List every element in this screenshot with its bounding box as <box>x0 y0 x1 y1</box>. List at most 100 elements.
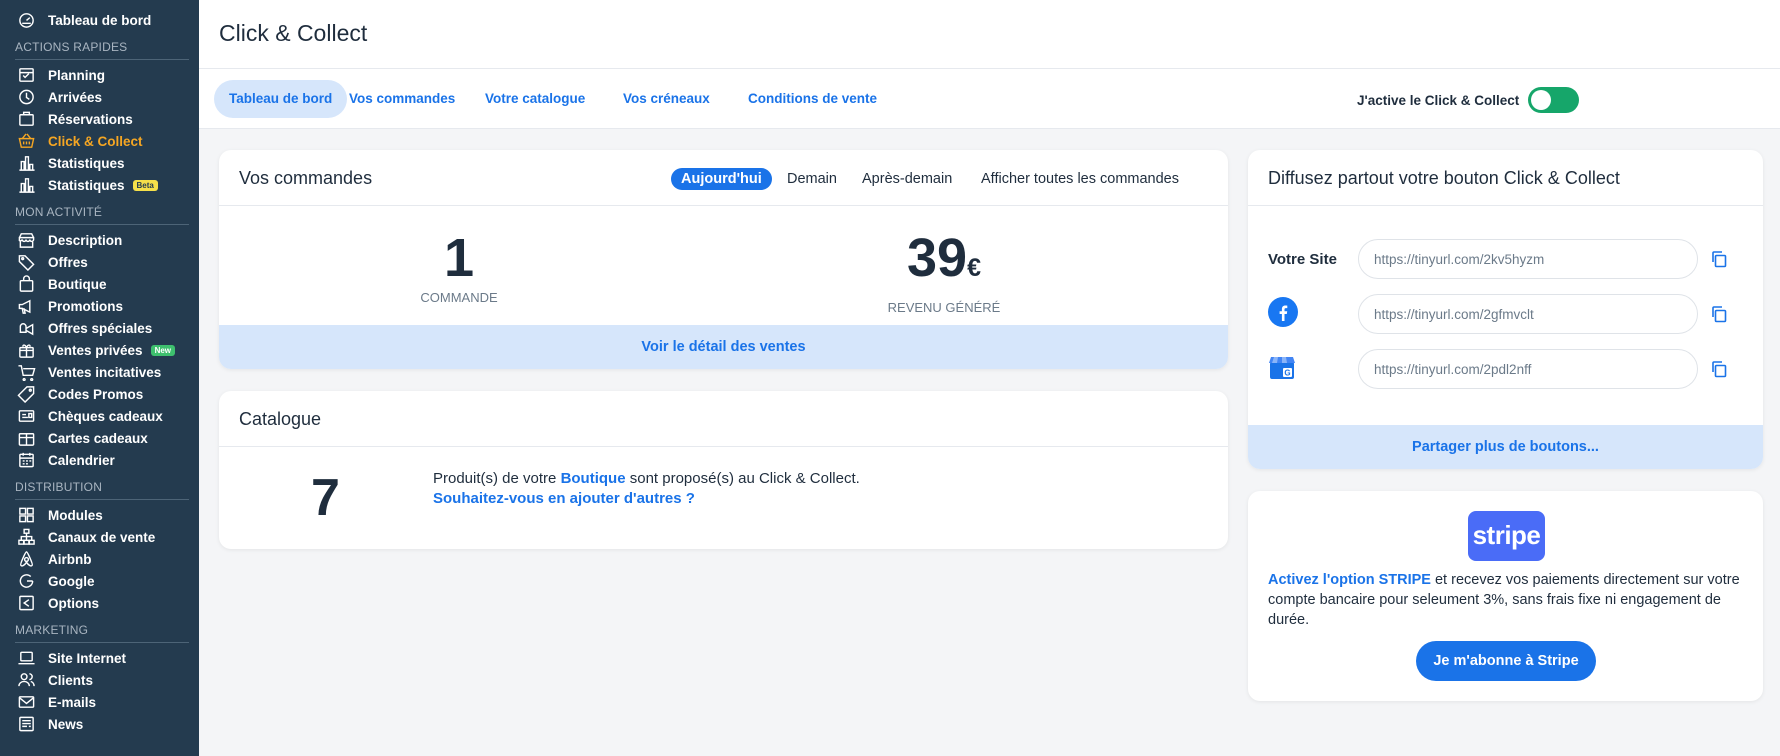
sidebar-item-cheques-cadeaux[interactable]: Chèques cadeaux <box>0 405 199 427</box>
planning-icon <box>16 66 36 84</box>
period-after-tomorrow[interactable]: Après-demain <box>852 168 962 190</box>
sidebar-item-label: Ventes privées <box>48 342 143 358</box>
cart-icon <box>16 363 36 381</box>
dashboard-icon <box>16 11 36 29</box>
sidebar-section-marketing: MARKETING <box>15 614 189 643</box>
sidebar-item-news[interactable]: News <box>0 713 199 735</box>
options-icon <box>16 594 36 612</box>
sidebar-item-reservations[interactable]: Réservations <box>0 108 199 130</box>
reservations-icon <box>16 110 36 128</box>
boutique-link[interactable]: Boutique <box>561 470 626 487</box>
calendar-icon <box>16 451 36 469</box>
google-business-icon: G <box>1269 357 1295 379</box>
period-all-orders[interactable]: Afficher toutes les commandes <box>971 168 1189 190</box>
sidebar-item-description[interactable]: Description <box>0 229 199 251</box>
sidebar-item-label: Offres spéciales <box>48 320 153 336</box>
sidebar-item-label: E-mails <box>48 694 97 710</box>
sidebar-item-site-internet[interactable]: Site Internet <box>0 647 199 669</box>
tab-tableau-de-bord[interactable]: Tableau de bord <box>214 80 348 118</box>
sidebar-item-calendrier[interactable]: Calendrier <box>0 449 199 471</box>
sidebar-item-label: Chèques cadeaux <box>48 408 163 424</box>
sales-detail-link[interactable]: Voir le détail des ventes <box>219 325 1228 369</box>
sidebar-item-tableau-de-bord[interactable]: Tableau de bord <box>0 9 199 31</box>
sidebar-item-statistiques[interactable]: Statistiques Beta <box>0 174 199 196</box>
news-icon <box>16 715 36 733</box>
sidebar-item-arrivees[interactable]: Arrivées <box>0 86 199 108</box>
gift-card-icon <box>16 429 36 447</box>
sidebar-item-label: Cartes cadeaux <box>48 430 148 446</box>
period-tomorrow[interactable]: Demain <box>777 168 847 190</box>
sidebar-item-offres-speciales[interactable]: Offres spéciales <box>0 317 199 339</box>
shopping-bag-icon <box>16 275 36 293</box>
orders-card-header: Vos commandes Aujourd'hui Demain Après-d… <box>219 150 1228 206</box>
facebook-url-input[interactable] <box>1358 294 1698 334</box>
bar-chart-icon <box>16 154 36 172</box>
sidebar-section-actions-rapides: ACTIONS RAPIDES <box>15 31 189 60</box>
sidebar-item-airbnb[interactable]: Airbnb <box>0 548 199 570</box>
sidebar-item-label: Clients <box>48 672 94 688</box>
catalogue-text-before: Produit(s) de votre <box>433 470 561 487</box>
page-header: Click & Collect <box>199 0 1780 69</box>
storefront-icon <box>16 231 36 249</box>
catalogue-count: 7 <box>311 469 340 527</box>
sidebar-section-mon-activite: MON ACTIVITÉ <box>15 196 189 225</box>
share-row-facebook <box>1268 294 1728 334</box>
tab-vos-creneaux[interactable]: Vos créneaux <box>608 80 725 118</box>
site-label: Votre Site <box>1268 250 1337 268</box>
sidebar-item-statistiques[interactable]: Statistiques <box>0 152 199 174</box>
share-row-site: Votre Site <box>1268 239 1728 279</box>
copy-icon[interactable] <box>1710 305 1728 323</box>
sidebar-item-label: News <box>48 716 84 732</box>
sidebar-item-label: Réservations <box>48 111 133 127</box>
network-icon <box>16 528 36 546</box>
share-more-buttons-link[interactable]: Partager plus de boutons... <box>1248 425 1763 469</box>
site-url-input[interactable] <box>1358 239 1698 279</box>
sidebar-item-label: Canaux de vente <box>48 529 156 545</box>
sidebar-item-label: Statistiques <box>48 155 125 171</box>
catalogue-text-after: sont proposé(s) au Click & Collect. <box>625 470 860 487</box>
sidebar-item-e-mails[interactable]: E-mails <box>0 691 199 713</box>
new-badge: New <box>150 344 176 356</box>
sidebar-item-ventes-privees[interactable]: Ventes privées New <box>0 339 199 361</box>
orders-card: Vos commandes Aujourd'hui Demain Après-d… <box>219 150 1228 369</box>
sidebar-item-clients[interactable]: Clients <box>0 669 199 691</box>
sidebar-item-codes-promos[interactable]: Codes Promos <box>0 383 199 405</box>
tab-vos-commandes[interactable]: Vos commandes <box>334 80 470 118</box>
sidebar-item-click-collect[interactable]: Click & Collect <box>0 130 199 152</box>
stripe-activate-link[interactable]: Activez l'option STRIPE <box>1268 572 1431 588</box>
sidebar-item-google[interactable]: Google <box>0 570 199 592</box>
google-business-url-input[interactable] <box>1358 349 1698 389</box>
sidebar-item-offres[interactable]: Offres <box>0 251 199 273</box>
svg-text:G: G <box>1284 369 1290 378</box>
sidebar-section-distribution: DISTRIBUTION <box>15 471 189 500</box>
google-business-label: G <box>1268 353 1358 385</box>
tag-icon <box>16 253 36 271</box>
sidebar-item-ventes-incitatives[interactable]: Ventes incitatives <box>0 361 199 383</box>
sidebar-item-label: Codes Promos <box>48 386 144 402</box>
sidebar-item-options[interactable]: Options <box>0 592 199 614</box>
copy-icon[interactable] <box>1710 250 1728 268</box>
sidebar-item-cartes-cadeaux[interactable]: Cartes cadeaux <box>0 427 199 449</box>
stripe-subscribe-button[interactable]: Je m'abonne à Stripe <box>1416 641 1596 681</box>
copy-icon[interactable] <box>1710 360 1728 378</box>
sidebar-item-canaux-de-vente[interactable]: Canaux de vente <box>0 526 199 548</box>
sidebar-item-modules[interactable]: Modules <box>0 504 199 526</box>
click-collect-toggle[interactable] <box>1528 87 1580 113</box>
sidebar-item-label: Airbnb <box>48 551 92 567</box>
promo-tag-icon <box>16 385 36 403</box>
period-today[interactable]: Aujourd'hui <box>671 168 772 190</box>
users-icon <box>16 671 36 689</box>
revenue-value: 39€ <box>844 230 1044 296</box>
sidebar-item-label: Arrivées <box>48 89 103 105</box>
sidebar-item-planning[interactable]: Planning <box>0 64 199 86</box>
sidebar-item-boutique[interactable]: Boutique <box>0 273 199 295</box>
sidebar-item-promotions[interactable]: Promotions <box>0 295 199 317</box>
add-products-link[interactable]: Souhaitez-vous en ajouter d'autres ? <box>433 490 695 507</box>
tab-votre-catalogue[interactable]: Votre catalogue <box>470 80 600 118</box>
sidebar-item-label: Click & Collect <box>48 133 143 149</box>
sidebar-item-label: Calendrier <box>48 452 115 468</box>
page-title: Click & Collect <box>219 20 368 46</box>
tab-conditions-de-vente[interactable]: Conditions de vente <box>733 80 892 118</box>
orders-count-label: COMMANDE <box>420 290 498 305</box>
share-card-header: Diffusez partout votre bouton Click & Co… <box>1248 150 1763 206</box>
